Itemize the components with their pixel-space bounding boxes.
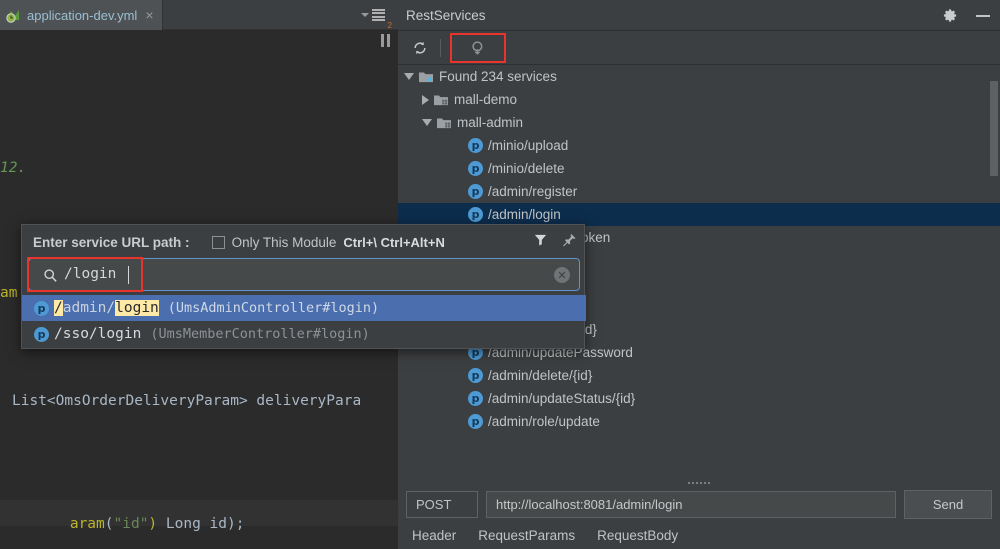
tree-endpoint-row[interactable]: p/admin/register bbox=[398, 180, 1000, 203]
tree-endpoint-row[interactable]: p/admin/login bbox=[398, 203, 1000, 226]
search-input[interactable]: /login ✕ bbox=[28, 258, 580, 291]
code-line-param: aram("id") Long id); bbox=[0, 500, 245, 548]
code-token-paren-open: ( bbox=[104, 516, 114, 532]
search-everywhere-popup: Enter service URL path : Only This Modul… bbox=[21, 224, 586, 349]
tree-endpoint-label: /admin/login bbox=[488, 207, 561, 222]
code-token-annotation: aram bbox=[69, 516, 105, 532]
search-result-row-0[interactable]: p /admin/login (UmsAdminController#login… bbox=[22, 295, 586, 321]
tool-window-header: RestServices bbox=[398, 0, 1000, 31]
tree-endpoint-label: /minio/delete bbox=[488, 161, 565, 176]
tree-node-mall-admin-label: mall-admin bbox=[457, 115, 524, 130]
tree-endpoint-label: /minio/upload bbox=[488, 138, 569, 153]
tree-endpoint-row[interactable]: p/admin/delete/{id} bbox=[398, 364, 1000, 387]
text-caret bbox=[128, 266, 129, 284]
refresh-icon[interactable] bbox=[406, 35, 434, 61]
only-this-module-label: Only This Module bbox=[231, 234, 337, 250]
editor-tabbar: application-dev.yml × 2 bbox=[0, 0, 398, 30]
code-token-paren-close: ) bbox=[148, 516, 158, 532]
tab-header[interactable]: Header bbox=[412, 528, 456, 543]
yml-file-icon bbox=[6, 8, 21, 23]
search-icon bbox=[43, 268, 58, 288]
gear-icon[interactable] bbox=[943, 8, 958, 23]
http-method-select[interactable]: POST bbox=[406, 490, 478, 518]
toolbar-separator bbox=[440, 38, 441, 57]
tree-node-root[interactable]: Found 234 services bbox=[398, 65, 1000, 88]
tree-endpoint-label: /admin/role/update bbox=[488, 414, 600, 429]
editor-tab-label: application-dev.yml bbox=[27, 7, 138, 23]
pin-icon[interactable] bbox=[562, 232, 577, 253]
popup-actions bbox=[533, 225, 577, 259]
tab-request-body[interactable]: RequestBody bbox=[597, 528, 678, 543]
tree-node-mall-demo[interactable]: mall-demo bbox=[398, 88, 1000, 111]
chevron-down-icon[interactable] bbox=[422, 119, 432, 126]
search-results[interactable]: p /admin/login (UmsAdminController#login… bbox=[22, 295, 586, 347]
result-path-mid: admin/ bbox=[62, 300, 116, 316]
module-folder-icon bbox=[433, 93, 449, 107]
close-icon[interactable]: × bbox=[143, 8, 153, 22]
endpoint-badge-icon: p bbox=[468, 368, 483, 383]
popup-shortcuts: Ctrl+\ Ctrl+Alt+N bbox=[343, 234, 445, 250]
endpoint-badge-icon: p bbox=[468, 184, 483, 199]
popup-title: Enter service URL path : bbox=[33, 234, 190, 250]
tree-node-root-label: Found 234 services bbox=[439, 69, 557, 84]
minimize-icon[interactable] bbox=[976, 14, 990, 17]
tree-endpoint-label: /admin/delete/{id} bbox=[488, 368, 593, 383]
editor-tab-application-dev-yml[interactable]: application-dev.yml × bbox=[0, 0, 163, 30]
endpoint-badge-icon: p bbox=[468, 138, 483, 153]
tree-node-mall-demo-label: mall-demo bbox=[454, 92, 518, 107]
search-result-class-1: (UmsMemberController#login) bbox=[150, 326, 370, 342]
editor-tabbar-actions: 2 bbox=[360, 0, 392, 30]
match-highlight: login bbox=[115, 300, 159, 316]
request-url-input[interactable]: http://localhost:8081/admin/login bbox=[486, 490, 896, 518]
popup-header: Enter service URL path : Only This Modul… bbox=[22, 225, 586, 259]
chevron-right-icon[interactable] bbox=[422, 94, 429, 105]
endpoint-badge-icon: p bbox=[34, 300, 49, 316]
search-service-icon[interactable] bbox=[450, 32, 506, 63]
tree-endpoint-row[interactable]: p/admin/updateStatus/{id} bbox=[398, 387, 1000, 410]
code-line-declaration: List<OmsOrderDeliveryParam> deliveryPara bbox=[12, 393, 362, 409]
tree-endpoint-label: /admin/updateStatus/{id} bbox=[488, 391, 636, 406]
tab-request-params[interactable]: RequestParams bbox=[478, 528, 575, 543]
endpoint-badge-icon: p bbox=[468, 391, 483, 406]
tool-window-header-actions bbox=[943, 0, 990, 31]
endpoint-badge-icon: p bbox=[468, 161, 483, 176]
match-highlight-prefix: / bbox=[54, 300, 63, 316]
code-token-rest: Long id); bbox=[157, 516, 245, 532]
endpoint-badge-icon: p bbox=[34, 326, 49, 342]
send-button[interactable]: Send bbox=[904, 489, 992, 519]
tree-node-mall-admin[interactable]: mall-admin bbox=[398, 111, 1000, 134]
code-token-string: "id" bbox=[113, 516, 149, 532]
endpoint-badge-icon: p bbox=[468, 207, 483, 222]
tree-endpoint-label: /admin/register bbox=[488, 184, 578, 199]
tool-window-toolbar bbox=[398, 31, 1000, 65]
code-line-annotation: am bbox=[0, 285, 18, 301]
code-line-comment: 12. bbox=[0, 160, 27, 176]
search-result-row-1[interactable]: p /sso/login (UmsMemberController#login) bbox=[22, 321, 586, 347]
pause-icon[interactable] bbox=[381, 34, 390, 47]
search-input-value: /login bbox=[64, 266, 117, 282]
tab-count-label: 2 bbox=[387, 21, 392, 30]
search-result-class-0: (UmsAdminController#login) bbox=[167, 300, 380, 316]
module-folder-icon bbox=[418, 70, 434, 84]
request-subtabs: Header RequestParams RequestBody bbox=[398, 522, 1000, 549]
tree-endpoint-row[interactable]: p/minio/upload bbox=[398, 134, 1000, 157]
tree-endpoint-row[interactable]: p/minio/delete bbox=[398, 157, 1000, 180]
grip-icon bbox=[688, 482, 710, 484]
only-this-module-checkbox[interactable] bbox=[211, 235, 225, 249]
chevron-down-icon[interactable] bbox=[404, 73, 414, 80]
request-bar: POST http://localhost:8081/admin/login S… bbox=[398, 486, 1000, 522]
search-result-path-1: /sso/login bbox=[54, 326, 142, 342]
endpoint-badge-icon: p bbox=[468, 414, 483, 429]
search-result-path-0: /admin/login bbox=[54, 300, 159, 316]
lines-icon[interactable] bbox=[371, 8, 385, 22]
tool-window-title: RestServices bbox=[406, 7, 486, 23]
clear-icon[interactable]: ✕ bbox=[554, 267, 570, 283]
tree-endpoint-row[interactable]: p/admin/role/update bbox=[398, 410, 1000, 433]
filter-icon[interactable] bbox=[533, 232, 548, 252]
chevron-down-icon[interactable] bbox=[360, 13, 369, 17]
module-folder-icon bbox=[436, 116, 452, 130]
